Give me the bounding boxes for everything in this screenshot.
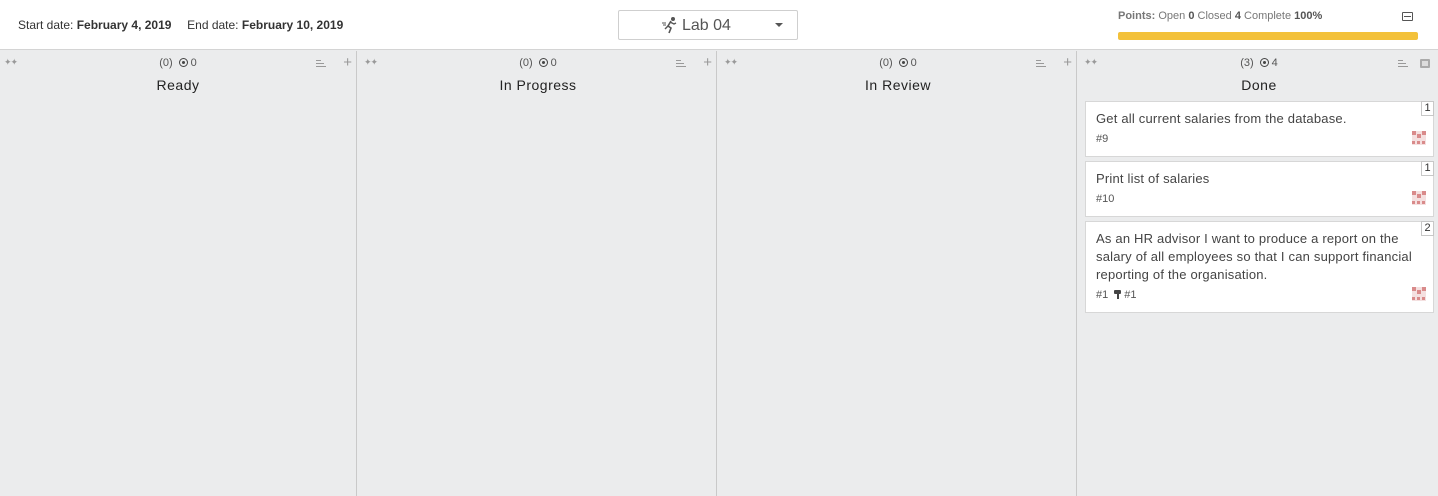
column-ready: ✦✦ (0) 0 + Ready <box>0 51 357 496</box>
issue-ref[interactable]: #9 <box>1096 133 1108 145</box>
start-date-label: Start date: <box>18 18 74 32</box>
card-meta: #9 <box>1096 133 1108 145</box>
issue-card[interactable]: As an HR advisor I want to produce a rep… <box>1085 221 1434 313</box>
start-date-value: February 4, 2019 <box>76 18 172 32</box>
open-value: 0 <box>1188 10 1195 22</box>
estimate-badge: 1 <box>1421 161 1434 176</box>
plus-icon[interactable]: + <box>1063 54 1072 71</box>
points-label: Points: <box>1118 10 1156 22</box>
chevron-down-icon <box>775 23 783 27</box>
sort-icon[interactable] <box>1398 60 1408 68</box>
points-count: 0 <box>190 57 197 69</box>
sort-icon[interactable] <box>316 60 326 68</box>
sort-icon[interactable] <box>1036 60 1046 68</box>
card-title[interactable]: Print list of salaries <box>1096 170 1424 188</box>
column-counts: (0) 0 <box>519 57 557 69</box>
sprint-name: Lab 04 <box>682 17 731 34</box>
column-header: ✦✦ (0) 0 + <box>0 54 356 71</box>
issue-count: (3) <box>1240 57 1254 69</box>
collapse-icon[interactable] <box>1402 12 1413 21</box>
estimate-badge: 1 <box>1421 101 1434 116</box>
drag-handle-icon[interactable]: ✦✦ <box>724 57 738 68</box>
column-done: ✦✦ (3) 4 Done Get all current salaries fr… <box>1080 51 1438 496</box>
issue-card[interactable]: Print list of salaries #10 1 <box>1085 161 1434 217</box>
target-icon <box>178 58 188 67</box>
issue-count: (0) <box>879 57 893 69</box>
column-title: Done <box>1241 77 1277 93</box>
closed-label: Closed <box>1197 10 1232 22</box>
end-date-value: February 10, 2019 <box>241 18 344 32</box>
pr-ref[interactable]: #1 <box>1124 289 1136 301</box>
card-title[interactable]: Get all current salaries from the databa… <box>1096 110 1424 128</box>
column-title: Ready <box>156 77 200 93</box>
column-header: ✦✦ (3) 4 <box>1080 57 1438 71</box>
target-icon <box>898 58 908 67</box>
runner-icon <box>662 17 677 34</box>
end-date-label: End date: <box>187 18 239 32</box>
plus-icon[interactable]: + <box>703 54 712 71</box>
target-icon <box>538 58 548 67</box>
pull-request-icon <box>1114 290 1122 299</box>
column-counts: (3) 4 <box>1240 57 1278 69</box>
issue-count: (0) <box>519 57 533 69</box>
estimate-badge: 2 <box>1421 221 1434 236</box>
points-summary: Points: Open 0 Closed 4 Complete 100% <box>1118 10 1322 22</box>
drag-handle-icon[interactable]: ✦✦ <box>364 57 378 68</box>
issue-card[interactable]: Get all current salaries from the databa… <box>1085 101 1434 157</box>
sprint-dates: Start date: February 4, 2019 End date: F… <box>18 18 343 32</box>
drag-handle-icon[interactable]: ✦✦ <box>1084 57 1098 68</box>
avatar[interactable] <box>1411 130 1427 146</box>
avatar[interactable] <box>1411 286 1427 302</box>
avatar[interactable] <box>1411 190 1427 206</box>
column-counts: (0) 0 <box>159 57 197 69</box>
board-header: Start date: February 4, 2019 End date: F… <box>0 0 1438 50</box>
plus-icon[interactable]: + <box>343 54 352 71</box>
points-count: 0 <box>550 57 557 69</box>
sprint-selector[interactable]: Lab 04 <box>618 10 798 40</box>
drag-handle-icon[interactable]: ✦✦ <box>4 57 18 68</box>
points-count: 4 <box>1271 57 1278 69</box>
column-header: ✦✦ (0) 0 + <box>720 54 1076 71</box>
progress-bar <box>1118 32 1418 40</box>
issue-count: (0) <box>159 57 173 69</box>
archive-icon[interactable] <box>1420 59 1430 68</box>
issue-ref[interactable]: #1 <box>1096 289 1108 301</box>
card-meta: #1 #1 <box>1096 289 1137 301</box>
complete-value: 100% <box>1294 10 1323 22</box>
target-icon <box>1259 58 1269 67</box>
column-counts: (0) 0 <box>879 57 917 69</box>
card-title[interactable]: As an HR advisor I want to produce a rep… <box>1096 230 1424 284</box>
column-in-review: ✦✦ (0) 0 + In Review <box>720 51 1077 496</box>
column-title: In Progress <box>499 77 577 93</box>
column-header: ✦✦ (0) 0 + <box>360 54 716 71</box>
card-meta: #10 <box>1096 193 1114 205</box>
closed-value: 4 <box>1234 10 1241 22</box>
column-title: In Review <box>865 77 931 93</box>
complete-label: Complete <box>1244 10 1292 22</box>
progress-fill <box>1118 32 1418 40</box>
column-in-progress: ✦✦ (0) 0 + In Progress <box>360 51 717 496</box>
points-count: 0 <box>910 57 917 69</box>
issue-ref[interactable]: #10 <box>1096 193 1114 205</box>
open-label: Open <box>1158 10 1186 22</box>
sort-icon[interactable] <box>676 60 686 68</box>
